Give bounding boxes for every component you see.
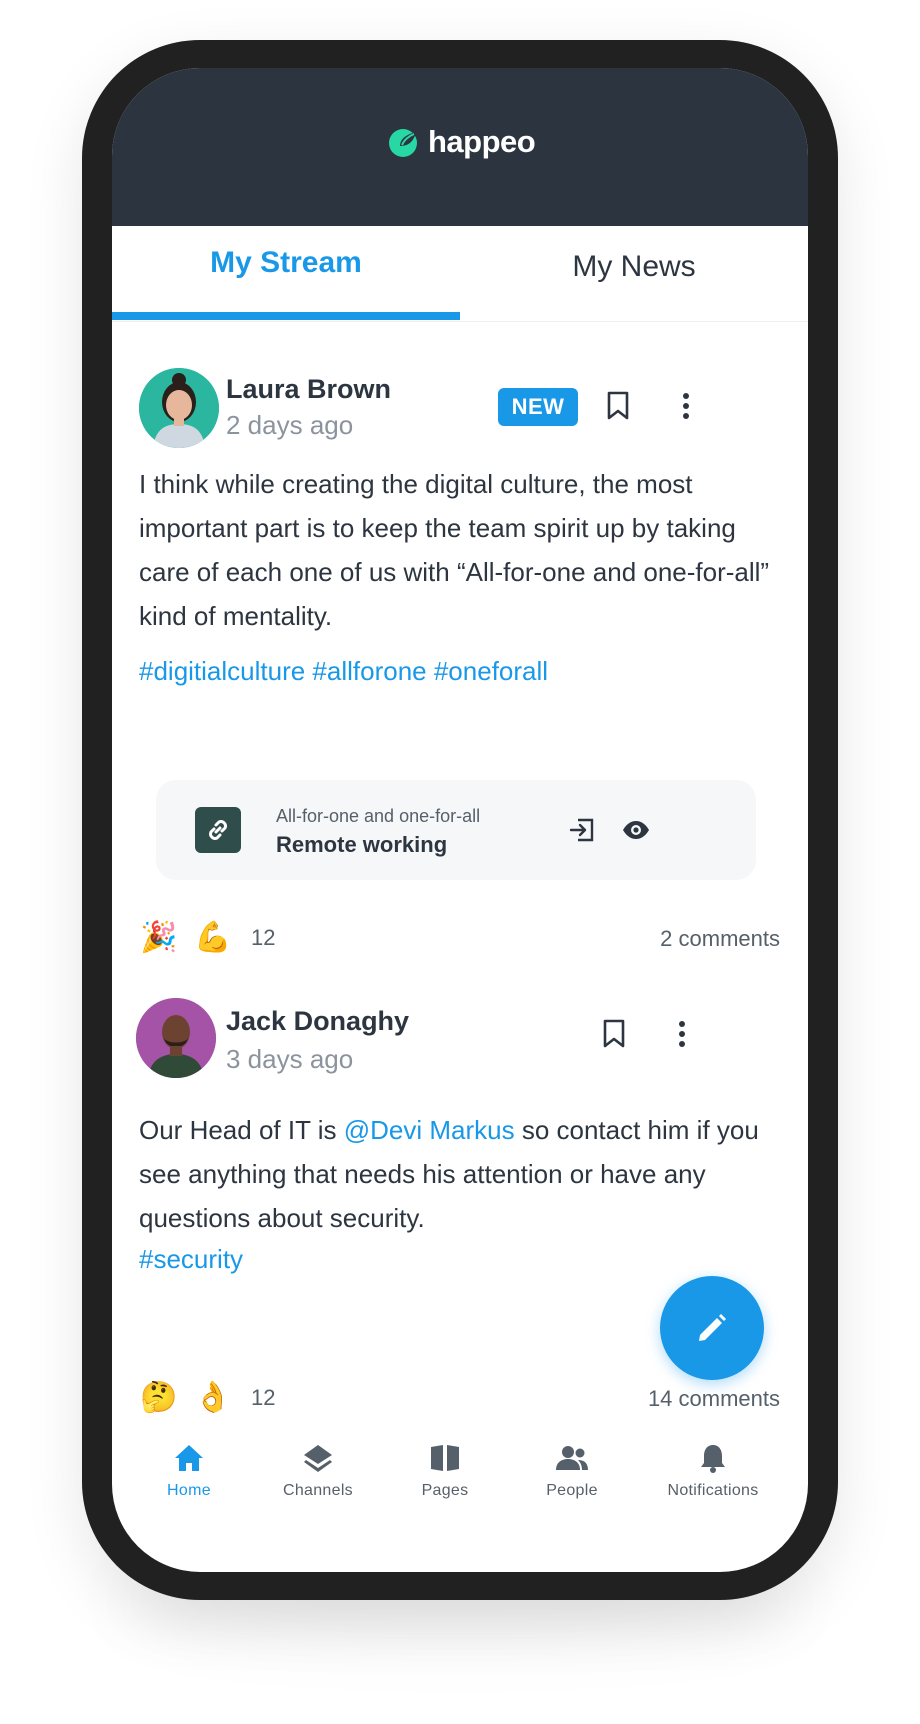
post-time: 3 days ago	[226, 1044, 354, 1074]
tab-label: My Stream	[210, 246, 362, 279]
happeo-logo: happeo	[388, 122, 536, 162]
eye-icon	[623, 821, 649, 839]
nav-item-home[interactable]: Home	[124, 1438, 254, 1500]
post-time: 2 days ago	[226, 410, 354, 440]
post-author[interactable]: Laura Brown	[226, 374, 391, 405]
link-attachment-card[interactable]: All-for-one and one-for-all Remote worki…	[156, 780, 756, 880]
post-body: I think while creating the digital cultu…	[139, 469, 770, 631]
nav-item-people[interactable]: People	[507, 1438, 637, 1500]
more-options-button[interactable]	[666, 386, 706, 426]
bookmark-icon	[603, 1019, 625, 1048]
new-badge: NEW	[498, 388, 578, 426]
active-tab-indicator	[112, 312, 460, 320]
reaction-party-emoji[interactable]: 🎉	[139, 918, 179, 958]
pencil-icon	[699, 1314, 726, 1341]
open-external-icon	[569, 818, 594, 842]
reaction-ok-emoji[interactable]: 👌	[193, 1378, 233, 1418]
more-vertical-icon	[679, 1021, 685, 1047]
app-screen: happeo My Stream My News Laura Brown 2 d…	[112, 68, 808, 1572]
more-vertical-icon	[683, 393, 689, 419]
nav-label: People	[546, 1482, 598, 1499]
phone-frame: happeo My Stream My News Laura Brown 2 d…	[82, 40, 838, 1600]
avatar[interactable]	[136, 998, 216, 1078]
link-title: Remote working	[276, 832, 448, 857]
post-reactions[interactable]: 🎉 💪 12	[139, 916, 275, 960]
post-body: Our Head of IT is @Devi Markus so contac…	[139, 1108, 759, 1240]
brand-name: happeo	[428, 124, 536, 159]
link-subtitle: All-for-one and one-for-all	[276, 806, 481, 826]
tab-my-stream[interactable]: My Stream	[112, 226, 460, 322]
avatar-portrait-icon	[136, 998, 216, 1078]
bell-icon	[693, 1438, 733, 1478]
bookmark-button[interactable]	[598, 386, 638, 426]
reaction-count: 12	[251, 1385, 276, 1410]
bottom-navigation: Home Channels Pages People Notifications	[112, 1438, 808, 1558]
nav-item-pages[interactable]: Pages	[380, 1438, 510, 1500]
post-hashtags[interactable]: #security	[139, 1244, 243, 1275]
preview-link-button[interactable]	[616, 810, 656, 850]
bookmark-button[interactable]	[594, 1014, 634, 1054]
user-mention[interactable]: @Devi Markus	[344, 1115, 515, 1145]
post-reactions[interactable]: 🤔 👌 12	[139, 1376, 275, 1420]
comments-link[interactable]: 2 comments	[660, 926, 780, 952]
layers-icon	[298, 1438, 338, 1478]
avatar[interactable]	[139, 368, 219, 448]
bookmark-icon	[607, 391, 629, 420]
tab-my-news[interactable]: My News	[460, 226, 808, 322]
people-icon	[552, 1438, 592, 1478]
nav-item-notifications[interactable]: Notifications	[648, 1438, 778, 1500]
nav-label: Pages	[421, 1482, 469, 1499]
compose-post-button[interactable]	[660, 1276, 764, 1380]
stream-tabs: My Stream My News	[112, 226, 808, 322]
reaction-thinking-emoji[interactable]: 🤔	[139, 1378, 179, 1418]
link-icon	[195, 807, 241, 853]
more-options-button[interactable]	[662, 1014, 702, 1054]
avatar-portrait-icon	[139, 368, 219, 448]
home-icon	[169, 1438, 209, 1478]
open-link-button[interactable]	[562, 810, 602, 850]
nav-label: Home	[167, 1482, 211, 1499]
post-hashtags[interactable]: #digitialculture #allforone #oneforall	[139, 656, 548, 687]
book-icon	[425, 1438, 465, 1478]
nav-label: Channels	[282, 1482, 353, 1499]
post-author[interactable]: Jack Donaghy	[226, 1006, 409, 1037]
nav-label: Notifications	[667, 1482, 759, 1499]
post-body-text: Our Head of IT is	[139, 1115, 344, 1145]
reaction-muscle-emoji[interactable]: 💪	[193, 918, 233, 958]
reaction-count: 12	[251, 925, 276, 950]
happeo-logo-icon	[389, 129, 417, 157]
tab-label: My News	[572, 250, 696, 283]
comments-link[interactable]: 14 comments	[648, 1386, 780, 1412]
app-header: happeo	[112, 68, 808, 226]
nav-item-channels[interactable]: Channels	[253, 1438, 383, 1500]
